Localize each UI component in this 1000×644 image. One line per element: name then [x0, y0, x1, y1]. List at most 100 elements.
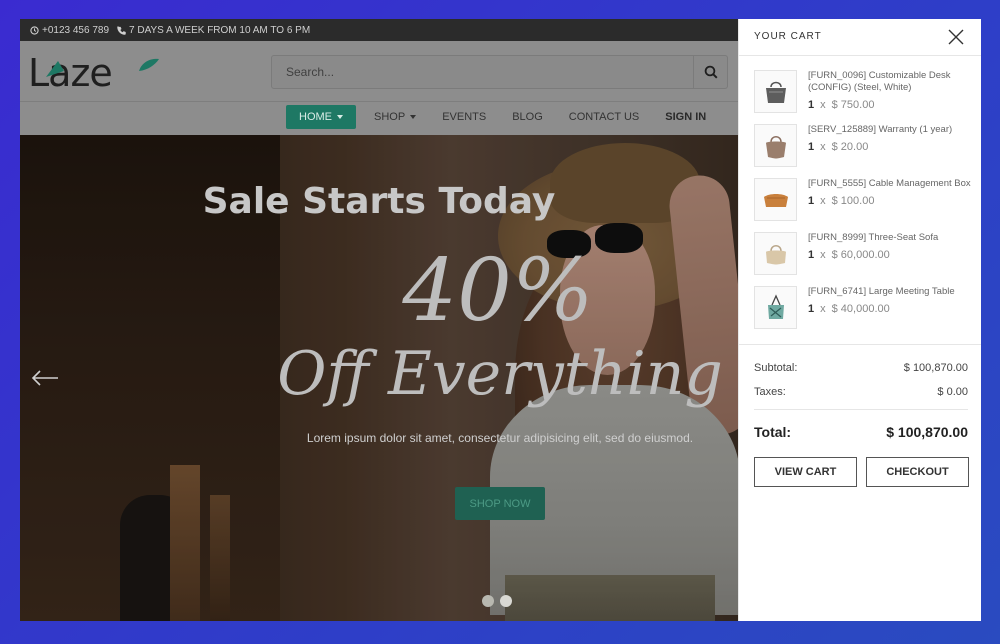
cart-item-qty: 1 — [808, 303, 815, 315]
cart-item-price: $ 750.00 — [831, 99, 875, 111]
times-sign: x — [820, 249, 826, 261]
nav-sign-in[interactable]: SIGN IN — [652, 105, 719, 129]
top-bar: +0123 456 789 7 DAYS A WEEK FROM 10 AM T… — [20, 19, 738, 41]
totals-divider — [754, 409, 968, 410]
cart-item-qty: 1 — [808, 99, 815, 111]
cart-item-thumb[interactable] — [754, 124, 797, 167]
nav-shop[interactable]: SHOP — [361, 105, 429, 129]
times-sign: x — [820, 141, 826, 153]
leaf-logo-icon — [46, 61, 64, 77]
cart-items: [FURN_0096] Customizable Desk (CONFIG) (… — [754, 67, 974, 337]
subtotal-row: Subtotal: $ 100,870.00 — [754, 362, 968, 374]
cart-panel: YOUR CART [FURN_0096] Customizable Desk … — [738, 19, 981, 621]
nav-blog[interactable]: BLOG — [499, 105, 556, 129]
opening-hours: 7 DAYS A WEEK FROM 10 AM TO 6 PM — [129, 24, 311, 36]
bag-gray-icon — [765, 81, 786, 103]
caret-down-icon — [410, 115, 417, 119]
times-sign: x — [820, 195, 826, 207]
cart-item-qty-price: 1 x $ 100.00 — [808, 195, 874, 207]
total-row: Total: $ 100,870.00 — [754, 424, 968, 440]
nav-events-label: EVENTS — [442, 111, 487, 123]
phone-info: +0123 456 789 — [30, 25, 109, 36]
cart-item-qty: 1 — [808, 195, 815, 207]
carousel-dot[interactable] — [482, 595, 494, 607]
nav-home-label: HOME — [299, 111, 332, 123]
cart-item: [FURN_0096] Customizable Desk (CONFIG) (… — [754, 67, 974, 121]
phone-icon — [117, 25, 126, 35]
hero-off-everything: Off Everything — [277, 339, 723, 409]
nav-contact-label: CONTACT US — [568, 111, 640, 123]
nav-contact-us[interactable]: CONTACT US — [556, 105, 653, 129]
carousel-dot-active[interactable] — [500, 595, 512, 607]
nav-shop-label: SHOP — [374, 111, 406, 123]
search-icon — [704, 65, 718, 79]
cart-item-name[interactable]: [FURN_8999] Three-Seat Sofa — [808, 232, 974, 244]
cart-item-thumb[interactable] — [754, 232, 797, 275]
taxes-label: Taxes: — [754, 386, 786, 398]
times-sign: x — [820, 99, 826, 111]
cart-item: [FURN_6741] Large Meeting Table 1 x $ 40,0… — [754, 283, 974, 337]
bag-teal-icon — [767, 293, 784, 319]
hours-info: 7 DAYS A WEEK FROM 10 AM TO 6 PM — [117, 25, 310, 36]
bag-beige-icon — [765, 244, 786, 264]
site-logo[interactable]: Laze — [28, 51, 159, 95]
hero-percent: 40% — [402, 241, 594, 341]
caret-down-icon — [337, 115, 343, 119]
phone-number: +0123 456 789 — [42, 24, 110, 36]
cart-item-price: $ 40,000.00 — [831, 303, 890, 315]
search-button[interactable] — [693, 56, 727, 88]
taxes-row: Taxes: $ 0.00 — [754, 386, 968, 398]
leaf-logo-icon — [139, 58, 159, 71]
main-nav: HOME SHOP EVENTS BLOG CONTACT US SIGN IN — [286, 105, 719, 129]
close-icon[interactable] — [947, 28, 965, 46]
cart-item-name[interactable]: [FURN_5555] Cable Management Box — [808, 178, 974, 190]
website: +0123 456 789 7 DAYS A WEEK FROM 10 AM T… — [20, 19, 738, 621]
cart-item-qty-price: 1 x $ 750.00 — [808, 99, 874, 111]
cart-item-qty: 1 — [808, 249, 815, 261]
site-header: Laze HOME — [20, 41, 738, 135]
cart-item-qty-price: 1 x $ 20.00 — [808, 141, 868, 153]
cart-title: YOUR CART — [754, 31, 822, 42]
hero-banner: Sale Starts Today 40% Off Everything Lor… — [20, 135, 738, 621]
cart-item-price: $ 100.00 — [831, 195, 875, 207]
hero-subtitle: Lorem ipsum dolor sit amet, consectetur … — [306, 431, 694, 445]
search-bar — [271, 55, 728, 89]
nav-sign-in-label: SIGN IN — [665, 111, 707, 123]
cart-item-name[interactable]: [FURN_6741] Large Meeting Table — [808, 286, 974, 298]
times-sign: x — [820, 303, 826, 315]
cart-divider — [739, 344, 981, 345]
arrow-left-icon[interactable] — [30, 363, 60, 393]
cart-item-qty-price: 1 x $ 40,000.00 — [808, 303, 890, 315]
clock-icon — [30, 25, 39, 35]
cart-item-name[interactable]: [SERV_125889] Warranty (1 year) — [808, 124, 974, 136]
total-label: Total: — [754, 424, 792, 440]
nav-events[interactable]: EVENTS — [429, 105, 499, 129]
taxes-value: $ 0.00 — [937, 386, 968, 398]
cart-item-qty: 1 — [808, 141, 815, 153]
carousel-dots — [482, 595, 512, 607]
hero-title: Sale Starts Today — [202, 181, 556, 222]
cart-item-thumb[interactable] — [754, 178, 797, 221]
view-cart-button[interactable]: VIEW CART — [754, 457, 857, 487]
cart-item-name[interactable]: [FURN_0096] Customizable Desk (CONFIG) (… — [808, 70, 974, 94]
cart-item: [FURN_8999] Three-Seat Sofa 1 x $ 60,000.0… — [754, 229, 974, 283]
browser-frame: +0123 456 789 7 DAYS A WEEK FROM 10 AM T… — [20, 19, 981, 621]
cart-item: [SERV_125889] Warranty (1 year) 1 x $ 20.0… — [754, 121, 974, 175]
shop-now-button[interactable]: SHOP NOW — [455, 487, 545, 520]
cart-item-qty-price: 1 x $ 60,000.00 — [808, 249, 890, 261]
subtotal-value: $ 100,870.00 — [903, 362, 968, 374]
checkout-button[interactable]: CHECKOUT — [866, 457, 969, 487]
total-value: $ 100,870.00 — [886, 424, 968, 440]
bag-taupe-icon — [765, 135, 786, 158]
bag-orange-icon — [763, 193, 788, 207]
nav-blog-label: BLOG — [512, 111, 543, 123]
cart-item-thumb[interactable] — [754, 286, 797, 329]
search-input[interactable] — [272, 56, 692, 88]
cart-item-thumb[interactable] — [754, 70, 797, 113]
subtotal-label: Subtotal: — [754, 362, 798, 374]
cart-header: YOUR CART — [739, 19, 981, 56]
nav-divider — [20, 101, 738, 102]
cart-item-price: $ 20.00 — [831, 141, 869, 153]
nav-home[interactable]: HOME — [286, 105, 356, 129]
cart-item-price: $ 60,000.00 — [831, 249, 890, 261]
